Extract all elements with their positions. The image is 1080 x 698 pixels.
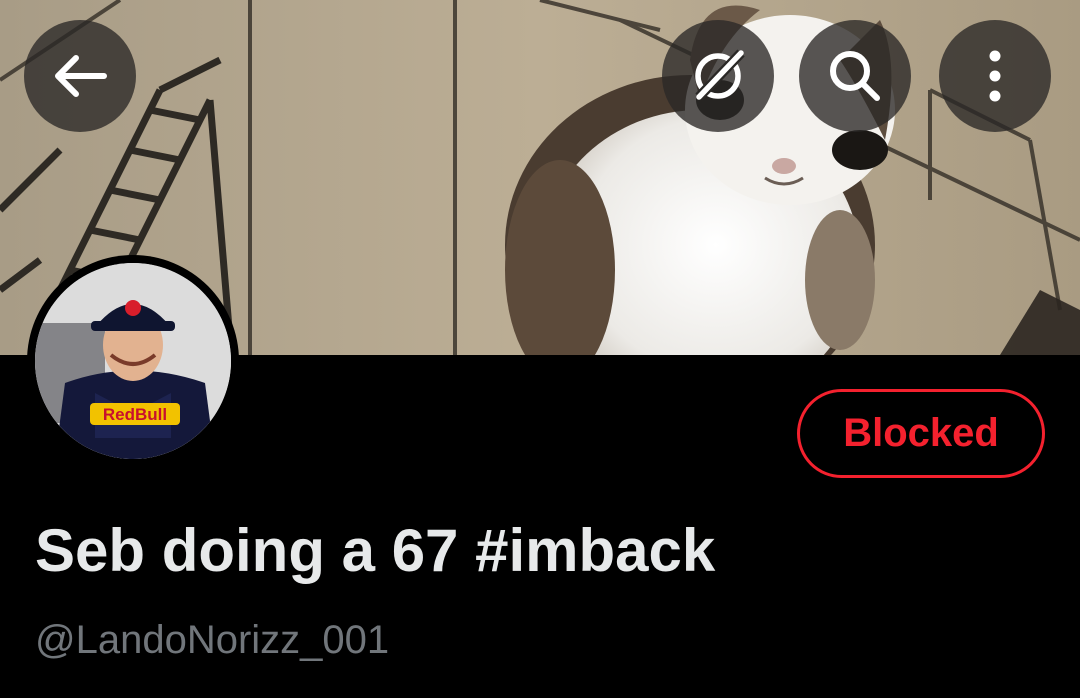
display-name: Seb doing a 67 #imback (35, 517, 716, 584)
avatar[interactable]: RedBull (27, 255, 239, 467)
more-vertical-icon (989, 50, 1001, 102)
search-button[interactable] (799, 20, 911, 132)
user-handle: @LandoNorizz_001 (35, 618, 390, 662)
profile-page: RedBull Blocked Seb doing a 67 #imback @… (0, 0, 1080, 698)
grok-button[interactable] (662, 20, 774, 132)
blocked-button[interactable]: Blocked (797, 389, 1045, 478)
avatar-image: RedBull (35, 263, 231, 459)
grok-icon (695, 49, 745, 101)
search-icon (830, 51, 880, 101)
avatar-suit-text: RedBull (103, 405, 167, 424)
more-options-button[interactable] (939, 20, 1051, 132)
arrow-left-icon (55, 55, 107, 97)
back-button[interactable] (24, 20, 136, 132)
